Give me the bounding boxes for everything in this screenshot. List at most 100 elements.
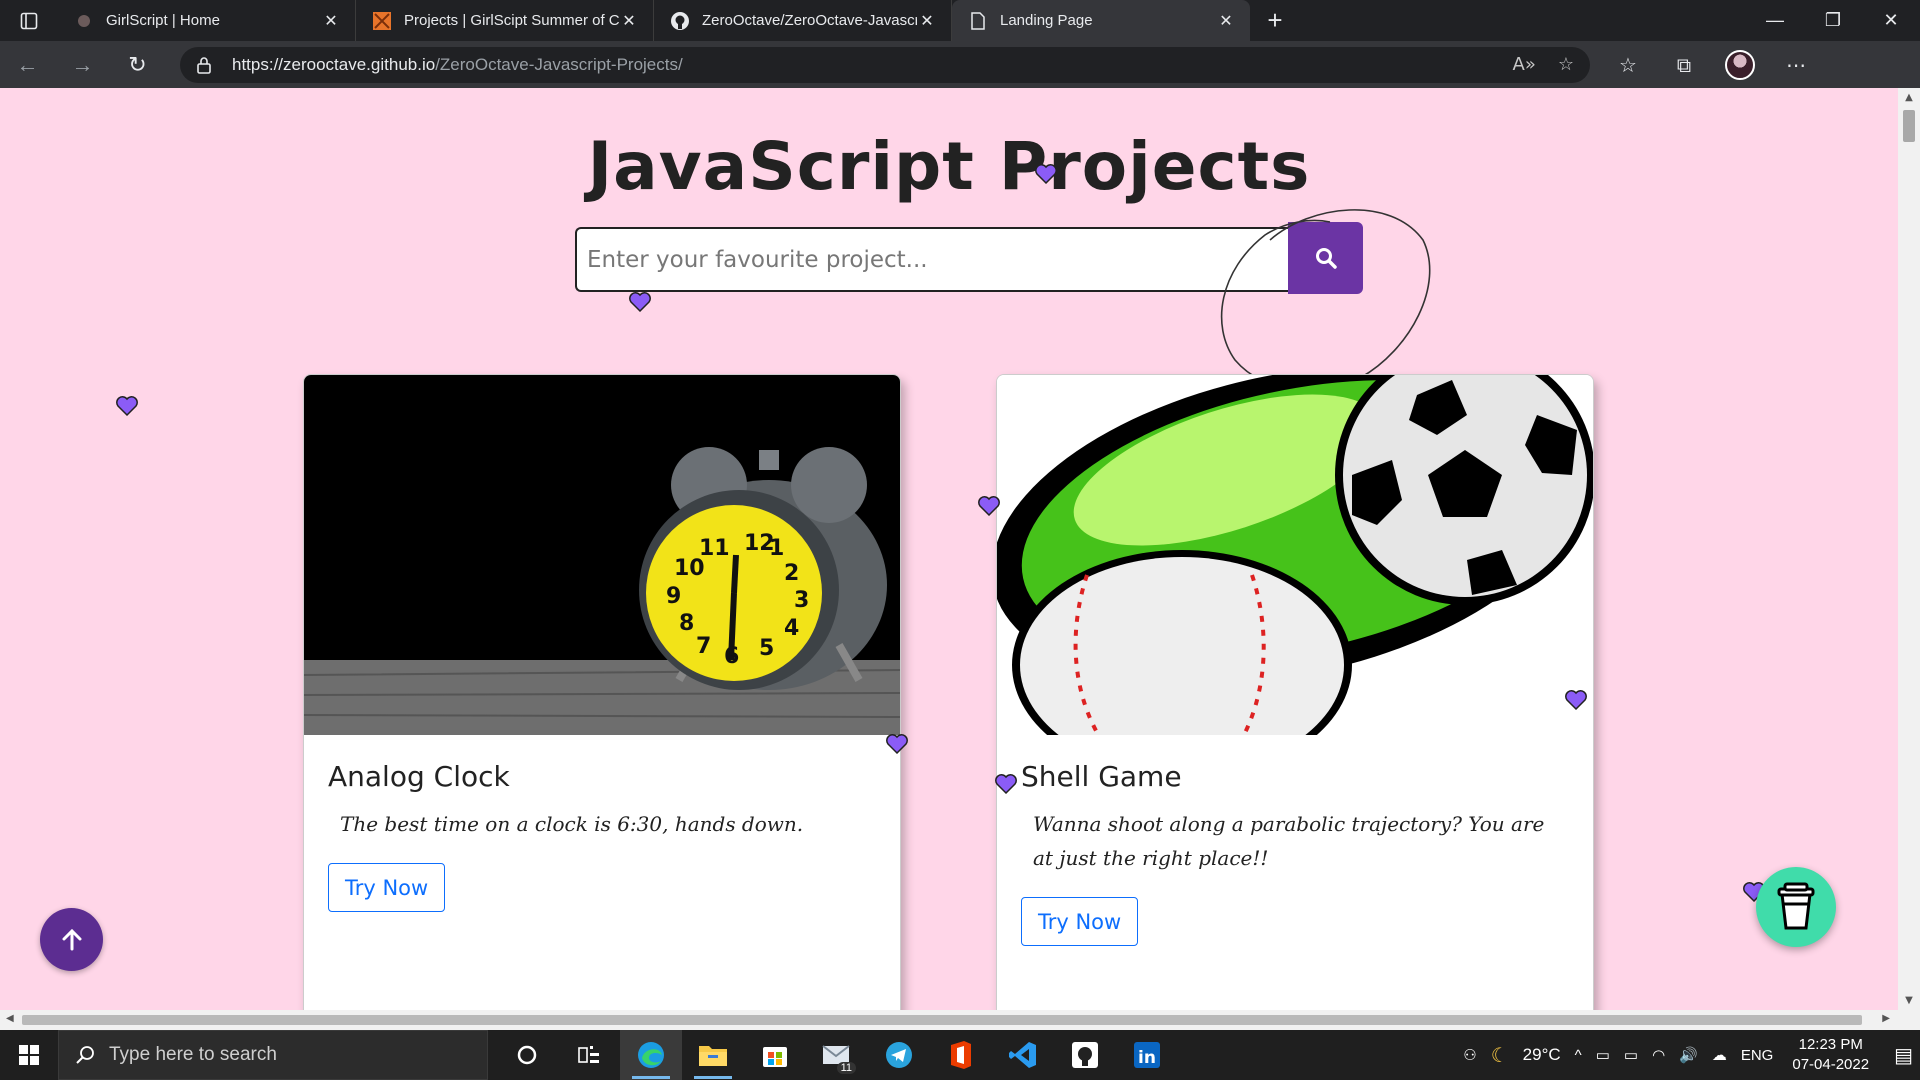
taskbar-mail[interactable]: 11 bbox=[806, 1030, 868, 1080]
office-icon bbox=[951, 1041, 971, 1069]
taskbar-vscode[interactable] bbox=[992, 1030, 1054, 1080]
cortana-icon bbox=[517, 1045, 537, 1065]
tab-gssoc-projects[interactable]: Projects | GirlScipt Summer of Code ✕ bbox=[356, 0, 654, 41]
notifications-icon[interactable]: ▤ bbox=[1894, 1043, 1913, 1068]
favorites-icon[interactable]: ☆ bbox=[1600, 53, 1656, 77]
close-tab-icon[interactable]: ✕ bbox=[321, 11, 341, 31]
taskbar-linkedin[interactable]: in bbox=[1116, 1030, 1178, 1080]
scroll-to-top-button[interactable] bbox=[40, 908, 103, 971]
taskbar-edge[interactable] bbox=[620, 1030, 682, 1080]
taskbar-telegram[interactable] bbox=[868, 1030, 930, 1080]
refresh-icon[interactable]: ↻ bbox=[110, 52, 165, 78]
tab-actions-button[interactable] bbox=[0, 0, 58, 41]
scroll-left-icon[interactable]: ◀ bbox=[6, 1013, 14, 1024]
project-card-shell-game: Shell Game Wanna shoot along a parabolic… bbox=[996, 374, 1594, 1010]
weather-icon[interactable]: ☾ bbox=[1491, 1043, 1509, 1068]
lock-icon bbox=[196, 56, 218, 74]
task-view-button[interactable] bbox=[558, 1030, 620, 1080]
window-controls: — ❐ ✕ bbox=[1746, 0, 1920, 41]
vscode-icon bbox=[1009, 1042, 1036, 1068]
card-description: Wanna shoot along a parabolic trajectory… bbox=[1033, 812, 1545, 870]
scroll-up-icon[interactable]: ▲ bbox=[1898, 92, 1920, 103]
close-window-icon[interactable]: ✕ bbox=[1862, 0, 1920, 41]
tab-landing-page[interactable]: Landing Page ✕ bbox=[952, 0, 1250, 41]
github-favicon bbox=[670, 11, 690, 31]
clock-number: 8 bbox=[679, 611, 694, 636]
project-card-analog-clock: 12 1 2 3 4 5 6 7 8 9 10 11 Analog Clock … bbox=[303, 374, 901, 1010]
tab-title: GirlScript | Home bbox=[106, 12, 220, 29]
search-input[interactable] bbox=[575, 227, 1288, 292]
onedrive-icon[interactable]: ☁ bbox=[1712, 1046, 1727, 1064]
taskbar-search-placeholder: Type here to search bbox=[109, 1044, 277, 1065]
search-icon bbox=[76, 1046, 94, 1064]
arrow-up-icon bbox=[62, 928, 81, 950]
horizontal-scrollbar[interactable]: ◀ ▶ bbox=[0, 1010, 1920, 1030]
meet-now-icon[interactable]: ▭ bbox=[1596, 1046, 1610, 1064]
mail-badge: 11 bbox=[836, 1062, 856, 1074]
close-tab-icon[interactable]: ✕ bbox=[917, 11, 937, 31]
taskbar-github-desktop[interactable] bbox=[1054, 1030, 1116, 1080]
tab-github-repo[interactable]: ZeroOctave/ZeroOctave-Javascript-Project… bbox=[654, 0, 952, 41]
store-icon bbox=[763, 1047, 787, 1067]
more-menu-icon[interactable]: ⋯ bbox=[1768, 53, 1824, 77]
tab-title: Landing Page bbox=[1000, 12, 1093, 29]
heart-icon bbox=[1035, 164, 1057, 184]
profile-button[interactable] bbox=[1712, 49, 1768, 80]
clock-time: 12:23 PM bbox=[1798, 1036, 1863, 1053]
heart-icon bbox=[629, 292, 651, 312]
tab-actions-icon bbox=[20, 12, 38, 29]
buy-me-a-coffee-button[interactable] bbox=[1756, 867, 1836, 947]
new-tab-button[interactable]: + bbox=[1250, 0, 1300, 41]
url-host: https://zerooctave.github.io bbox=[232, 54, 436, 74]
girlscript-favicon bbox=[74, 11, 94, 31]
taskbar-search-box[interactable]: Type here to search bbox=[58, 1030, 488, 1080]
scroll-right-icon[interactable]: ▶ bbox=[1882, 1013, 1890, 1024]
url-path: /ZeroOctave-Javascript-Projects/ bbox=[435, 54, 683, 74]
weather-temperature[interactable]: 29°C bbox=[1523, 1045, 1561, 1065]
show-hidden-icons[interactable]: ^ bbox=[1575, 1047, 1582, 1064]
coffee-cup-icon bbox=[1777, 882, 1815, 930]
taskbar-clock[interactable]: 12:23 PM 07-04-2022 bbox=[1792, 1035, 1869, 1075]
horizontal-scroll-thumb[interactable] bbox=[22, 1015, 1862, 1025]
heart-icon bbox=[995, 774, 1017, 794]
tab-girlscript-home[interactable]: GirlScript | Home ✕ bbox=[58, 0, 356, 41]
add-favorite-icon[interactable]: ☆ bbox=[1558, 54, 1574, 75]
try-now-button[interactable]: Try Now bbox=[1021, 897, 1139, 946]
back-icon[interactable]: ← bbox=[0, 52, 55, 78]
taskbar-file-explorer[interactable] bbox=[682, 1030, 744, 1080]
windows-taskbar: Type here to search 11 in ⚇ ☾ 29°C ^ ▭ ▭… bbox=[0, 1030, 1920, 1080]
github-desktop-icon bbox=[1072, 1042, 1098, 1068]
heart-icon bbox=[978, 496, 1000, 516]
url-field[interactable]: https://zerooctave.github.io/ZeroOctave-… bbox=[180, 46, 1590, 83]
start-button[interactable] bbox=[0, 1030, 58, 1080]
people-icon[interactable]: ⚇ bbox=[1463, 1046, 1476, 1064]
folder-icon bbox=[699, 1046, 727, 1066]
vertical-scroll-thumb[interactable] bbox=[1903, 110, 1915, 142]
battery-icon[interactable]: ▭ bbox=[1624, 1046, 1638, 1064]
scroll-down-icon[interactable]: ▼ bbox=[1898, 995, 1920, 1006]
heart-icon bbox=[1565, 690, 1587, 710]
collections-icon[interactable]: ⧉ bbox=[1656, 53, 1712, 77]
wifi-icon[interactable]: ◠ bbox=[1652, 1046, 1665, 1064]
svg-text:in: in bbox=[1138, 1048, 1156, 1068]
telegram-icon bbox=[886, 1042, 912, 1068]
taskbar-office[interactable] bbox=[930, 1030, 992, 1080]
vertical-scrollbar[interactable]: ▲ ▼ bbox=[1898, 88, 1920, 1010]
clock-number: 2 bbox=[784, 561, 799, 586]
close-tab-icon[interactable]: ✕ bbox=[1216, 11, 1236, 31]
close-tab-icon[interactable]: ✕ bbox=[619, 11, 639, 31]
minimize-icon[interactable]: — bbox=[1746, 0, 1804, 41]
clock-number: 1 bbox=[769, 536, 784, 561]
avatar bbox=[1725, 49, 1755, 80]
card-description: The best time on a clock is 6:30, hands … bbox=[340, 812, 804, 836]
taskbar-store[interactable] bbox=[744, 1030, 806, 1080]
forward-icon[interactable]: → bbox=[55, 52, 110, 78]
windows-logo-icon bbox=[19, 1045, 39, 1065]
cortana-button[interactable] bbox=[496, 1030, 558, 1080]
language-indicator[interactable]: ENG bbox=[1741, 1047, 1774, 1064]
volume-icon[interactable]: 🔊 bbox=[1679, 1046, 1698, 1064]
try-now-button[interactable]: Try Now bbox=[328, 863, 446, 912]
hand-drawn-circle-annotation bbox=[1220, 209, 1431, 392]
read-aloud-icon[interactable]: A» bbox=[1513, 54, 1536, 75]
restore-icon[interactable]: ❐ bbox=[1804, 0, 1862, 41]
